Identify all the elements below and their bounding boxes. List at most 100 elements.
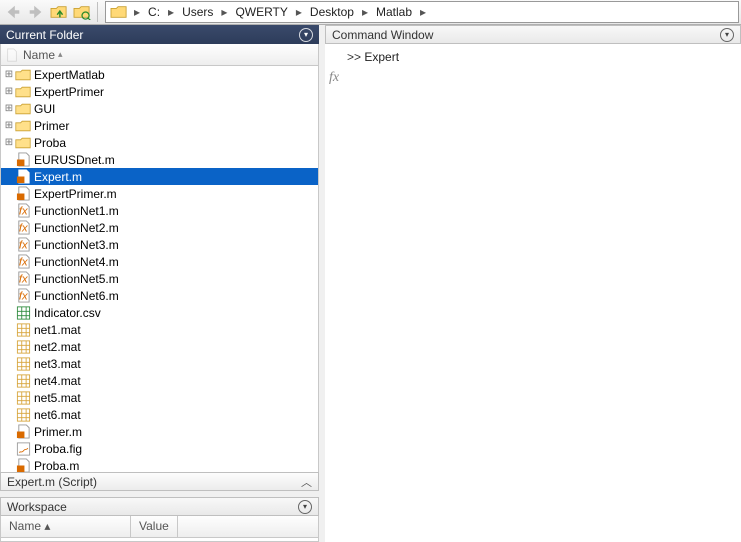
breadcrumb-segment[interactable]: Matlab xyxy=(370,5,418,19)
file-icon xyxy=(15,407,31,422)
file-name: ExpertMatlab xyxy=(34,68,105,82)
file-row[interactable]: net1.mat xyxy=(1,321,318,338)
details-footer[interactable]: Expert.m (Script) ︿ xyxy=(0,472,319,491)
file-icon xyxy=(15,390,31,405)
chevron-right-icon[interactable]: ▸ xyxy=(360,5,370,19)
file-column-header[interactable]: Name ▴ xyxy=(0,44,319,66)
file-row[interactable]: ⊞GUI xyxy=(1,100,318,117)
file-row[interactable]: net5.mat xyxy=(1,389,318,406)
file-row[interactable]: Proba.fig xyxy=(1,440,318,457)
workspace-header[interactable]: Workspace ▾ xyxy=(0,497,319,516)
file-row[interactable]: net4.mat xyxy=(1,372,318,389)
expand-icon[interactable]: ⊞ xyxy=(3,86,15,97)
svg-text:fx: fx xyxy=(18,222,27,234)
workspace-columns: Name ▴ Value xyxy=(0,516,319,538)
file-row[interactable]: net2.mat xyxy=(1,338,318,355)
file-name: Expert.m xyxy=(34,170,82,184)
breadcrumb-segment[interactable]: QWERTY xyxy=(229,5,293,19)
workspace-body[interactable] xyxy=(0,538,319,542)
file-icon: fx xyxy=(15,220,31,235)
command-window-header[interactable]: Command Window ▾ xyxy=(325,25,741,44)
file-row[interactable]: Proba.m xyxy=(1,457,318,472)
file-list[interactable]: ⊞ExpertMatlab⊞ExpertPrimer⊞GUI⊞Primer⊞Pr… xyxy=(0,66,319,472)
command-window-body[interactable]: >> Expert fx xyxy=(325,44,741,542)
chevron-right-icon[interactable]: ▸ xyxy=(294,5,304,19)
panel-title: Workspace xyxy=(7,500,298,514)
file-name: net4.mat xyxy=(34,374,81,388)
document-icon xyxy=(5,48,19,62)
file-row[interactable]: ⊞ ExpertMatlab xyxy=(1,66,318,83)
file-row[interactable]: EURUSDnet.m xyxy=(1,151,318,168)
file-name: FunctionNet3.m xyxy=(34,238,119,252)
file-icon: fx xyxy=(15,203,31,218)
svg-text:fx: fx xyxy=(18,273,27,285)
file-name: FunctionNet1.m xyxy=(34,204,119,218)
breadcrumb-segment[interactable]: Desktop xyxy=(304,5,360,19)
current-folder-header[interactable]: Current Folder ▾ xyxy=(0,25,319,44)
sort-ascending-icon: ▴ xyxy=(44,519,50,533)
file-row[interactable]: fx FunctionNet2.m xyxy=(1,219,318,236)
file-name: net5.mat xyxy=(34,391,81,405)
file-name: FunctionNet5.m xyxy=(34,272,119,286)
file-row[interactable]: fx FunctionNet3.m xyxy=(1,236,318,253)
file-row[interactable]: ⊞ Proba xyxy=(1,134,318,151)
workspace-col-value[interactable]: Value xyxy=(131,516,178,537)
file-name: FunctionNet2.m xyxy=(34,221,119,235)
file-row[interactable]: net3.mat xyxy=(1,355,318,372)
chevron-right-icon[interactable]: ▸ xyxy=(219,5,229,19)
file-name: ExpertPrimer.m xyxy=(34,187,117,201)
file-name: Proba.fig xyxy=(34,442,82,456)
folder-icon xyxy=(15,101,31,116)
browse-folder-button[interactable] xyxy=(71,1,93,23)
svg-text:fx: fx xyxy=(18,239,27,251)
chevron-right-icon[interactable]: ▸ xyxy=(132,5,142,19)
file-row[interactable]: ⊞ExpertPrimer xyxy=(1,83,318,100)
file-name: net2.mat xyxy=(34,340,81,354)
file-icon xyxy=(15,458,31,472)
file-name: Indicator.csv xyxy=(34,306,101,320)
breadcrumb-segment[interactable]: C: xyxy=(142,5,166,19)
file-icon xyxy=(15,152,31,167)
workspace-col-name[interactable]: Name ▴ xyxy=(1,516,131,537)
back-button[interactable] xyxy=(2,1,24,23)
expand-icon[interactable]: ⊞ xyxy=(3,137,15,148)
file-icon: fx xyxy=(15,271,31,286)
details-label: Expert.m (Script) xyxy=(7,475,97,489)
expand-icon[interactable]: ⊞ xyxy=(3,120,15,131)
path-breadcrumb[interactable]: ▸ C:▸Users▸QWERTY▸Desktop▸Matlab▸ xyxy=(105,1,739,23)
file-row[interactable]: ExpertPrimer.m xyxy=(1,185,318,202)
file-icon xyxy=(15,441,31,456)
file-row[interactable]: Expert.m xyxy=(1,168,318,185)
chevron-up-icon[interactable]: ︿ xyxy=(301,474,312,490)
file-icon xyxy=(15,356,31,371)
chevron-right-icon[interactable]: ▸ xyxy=(166,5,176,19)
folder-icon xyxy=(15,118,31,133)
file-name: Proba xyxy=(34,136,66,150)
panel-menu-button[interactable]: ▾ xyxy=(720,28,734,42)
folder-icon xyxy=(15,67,31,82)
svg-text:fx: fx xyxy=(18,290,27,302)
expand-icon[interactable]: ⊞ xyxy=(3,69,15,80)
file-icon xyxy=(15,339,31,354)
file-row[interactable]: Primer.m xyxy=(1,423,318,440)
fx-insert-icon[interactable]: fx xyxy=(329,70,339,86)
address-toolbar: ▸ C:▸Users▸QWERTY▸Desktop▸Matlab▸ xyxy=(0,0,741,25)
file-row[interactable]: fxFunctionNet1.m xyxy=(1,202,318,219)
file-row[interactable]: net6.mat xyxy=(1,406,318,423)
panel-menu-button[interactable]: ▾ xyxy=(298,500,312,514)
file-row[interactable]: ⊞ Primer xyxy=(1,117,318,134)
forward-button[interactable] xyxy=(25,1,47,23)
panel-menu-button[interactable]: ▾ xyxy=(299,28,313,42)
breadcrumb-segment[interactable]: Users xyxy=(176,5,219,19)
file-row[interactable]: fx FunctionNet5.m xyxy=(1,270,318,287)
chevron-right-icon[interactable]: ▸ xyxy=(418,5,428,19)
expand-icon[interactable]: ⊞ xyxy=(3,103,15,114)
up-folder-button[interactable] xyxy=(48,1,70,23)
command-prompt: >> xyxy=(347,50,361,64)
file-icon xyxy=(15,322,31,337)
file-name: FunctionNet4.m xyxy=(34,255,119,269)
file-row[interactable]: fxFunctionNet4.m xyxy=(1,253,318,270)
file-row[interactable]: fxFunctionNet6.m xyxy=(1,287,318,304)
file-row[interactable]: Indicator.csv xyxy=(1,304,318,321)
file-name: Primer xyxy=(34,119,69,133)
